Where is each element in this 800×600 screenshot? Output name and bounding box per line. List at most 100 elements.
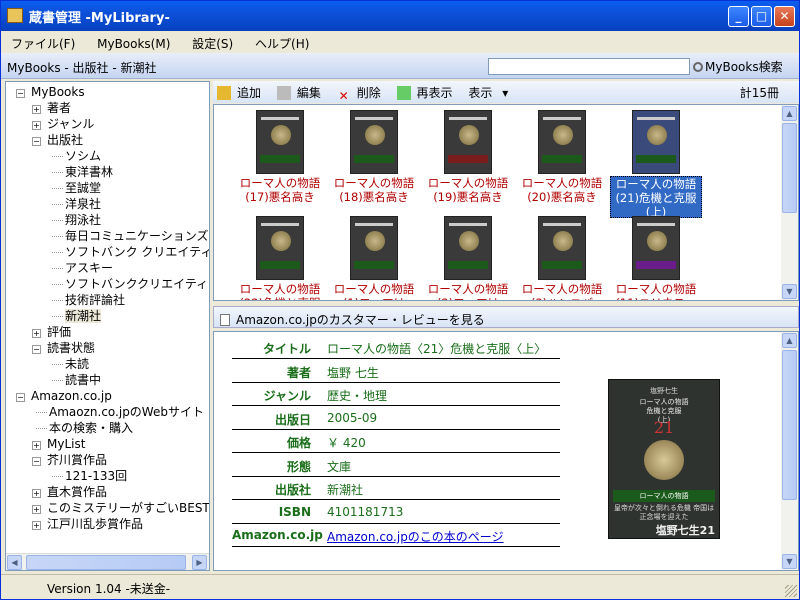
expand-icon[interactable]: +	[32, 121, 41, 130]
book-cover-thumbnail[interactable]	[256, 216, 304, 280]
close-button[interactable]: ✕	[774, 6, 795, 27]
book-cover-thumbnail[interactable]	[632, 216, 680, 280]
book-title-label[interactable]: ローマ人の物語(21)危機と克服(上)	[610, 176, 702, 218]
book-title-label[interactable]: ローマ人の物語(1)ローマは	[328, 282, 420, 300]
tree-node[interactable]: 技術評論社	[52, 292, 125, 308]
tree-node[interactable]: − Amazon.co.jp	[16, 388, 112, 404]
tree-node[interactable]: 至誠堂	[52, 180, 101, 196]
scroll-left-button[interactable]: ◀	[7, 555, 22, 570]
tree-connector	[52, 252, 63, 253]
tree-node[interactable]: 121-133回	[52, 468, 127, 484]
search-input[interactable]	[488, 58, 690, 75]
book-title-label[interactable]: ローマ人の物語(3)ハンニバ	[516, 282, 608, 300]
tree-node[interactable]: ソフトバンククリエイティブ	[52, 276, 209, 292]
collapse-icon[interactable]: −	[32, 345, 41, 354]
tree-node[interactable]: ソシム	[52, 148, 101, 164]
collapse-icon[interactable]: −	[32, 457, 41, 466]
scroll-up-button[interactable]: ▲	[782, 106, 797, 121]
tree-node[interactable]: − 出版社	[32, 132, 83, 148]
add-button[interactable]: 追加	[217, 86, 267, 100]
review-link[interactable]: Amazon.co.jpのカスタマー・レビューを見る	[236, 313, 485, 327]
tree-node[interactable]: + 江戸川乱歩賞作品	[32, 516, 143, 532]
book-title-label[interactable]: ローマ人の物語(11)ユリウス・カエ	[610, 282, 702, 300]
refresh-button[interactable]: 再表示	[396, 86, 459, 100]
book-cover-thumbnail[interactable]	[538, 216, 586, 280]
tree-node[interactable]: 洋泉社	[52, 196, 101, 212]
tree-node[interactable]: + 著者	[32, 100, 71, 116]
cover-hd	[637, 223, 675, 226]
book-cover-thumbnail[interactable]	[444, 216, 492, 280]
book-title-label[interactable]: ローマ人の物語(22)危機と克服	[234, 282, 326, 300]
book-cover-thumbnail[interactable]	[632, 110, 680, 174]
expand-icon[interactable]: +	[32, 441, 41, 450]
book-title-label[interactable]: ローマ人の物語(2)ローマは	[422, 282, 514, 300]
coin-illustration	[365, 231, 385, 251]
tree-node[interactable]: − 芥川賞作品	[32, 452, 107, 468]
tree-connector	[52, 380, 63, 381]
detail-vertical-scrollbar[interactable]: ▲ ▼	[781, 332, 798, 570]
tree-node[interactable]: 毎日コミュニケーションズ	[52, 228, 209, 244]
tree-node[interactable]: + MyList	[32, 436, 85, 452]
tree-node[interactable]: + ジャンル	[32, 116, 94, 132]
review-link-bar[interactable]: Amazon.co.jpのカスタマー・レビューを見る	[213, 306, 799, 328]
menu-settings[interactable]: 設定(S)	[192, 37, 233, 51]
menu-mybooks[interactable]: MyBooks(M)	[97, 37, 170, 51]
scroll-thumb[interactable]	[782, 350, 797, 500]
coin-illustration	[459, 125, 479, 145]
tree-node[interactable]: 新潮社	[52, 308, 102, 324]
tree-node[interactable]: Amaozn.co.jpのWebサイト	[36, 404, 204, 420]
menu-file[interactable]: ファイル(F)	[11, 37, 75, 51]
expand-icon[interactable]: +	[32, 105, 41, 114]
minimize-button[interactable]: _	[728, 6, 749, 27]
book-title-label[interactable]: ローマ人の物語(17)悪名高き皇...	[234, 176, 326, 204]
tree-node[interactable]: 読書中	[52, 372, 101, 388]
detail-row: Amazon.co.jp Amazon.co.jpのこの本のページ	[232, 524, 560, 547]
scroll-up-button[interactable]: ▲	[782, 333, 797, 348]
scroll-right-button[interactable]: ▶	[192, 555, 207, 570]
expand-icon[interactable]: +	[32, 521, 41, 530]
tree-node[interactable]: − MyBooks	[16, 84, 85, 100]
scroll-down-button[interactable]: ▼	[782, 554, 797, 569]
menu-help[interactable]: ヘルプ(H)	[255, 37, 309, 51]
tree-node[interactable]: アスキー	[52, 260, 113, 276]
tree-node[interactable]: 本の検索・購入	[36, 420, 133, 436]
amazon-page-link[interactable]: Amazon.co.jpのこの本のページ	[327, 528, 504, 545]
tree-node[interactable]: + 直木賞作品	[32, 484, 107, 500]
gallery-vertical-scrollbar[interactable]: ▲ ▼	[781, 105, 798, 300]
tree-node[interactable]: 東洋書林	[52, 164, 113, 180]
edit-button[interactable]: 編集	[276, 86, 327, 100]
tree-node[interactable]: 未読	[52, 356, 89, 372]
cover-band	[636, 155, 676, 163]
expand-icon[interactable]: +	[32, 489, 41, 498]
book-title-label[interactable]: ローマ人の物語(20)悪名高き皇...	[516, 176, 608, 204]
resize-grip[interactable]	[785, 585, 797, 597]
delete-button[interactable]: ✕ 削除	[337, 86, 387, 103]
collapse-icon[interactable]: −	[16, 393, 25, 402]
maximize-button[interactable]: □	[751, 6, 772, 27]
detail-row: 出版日 2005-09	[232, 407, 560, 430]
expand-icon[interactable]: +	[32, 329, 41, 338]
tree-node[interactable]: + 評価	[32, 324, 71, 340]
book-cover-thumbnail[interactable]	[350, 110, 398, 174]
scroll-down-button[interactable]: ▼	[782, 284, 797, 299]
search-button[interactable]: MyBooks検索	[693, 58, 783, 75]
tree-node[interactable]: 翔泳社	[52, 212, 101, 228]
tree-node[interactable]: ソフトバンク クリエイティブ	[52, 244, 209, 260]
view-menu-button[interactable]: 表示 ▾	[468, 86, 514, 100]
book-cover-thumbnail[interactable]	[538, 110, 586, 174]
collapse-icon[interactable]: −	[16, 89, 25, 98]
book-cover-thumbnail[interactable]	[350, 216, 398, 280]
tree-horizontal-scrollbar[interactable]: ◀ ▶	[6, 553, 209, 570]
collapse-icon[interactable]: −	[32, 137, 41, 146]
tree-node[interactable]: + このミステリーがすごいBEST10	[32, 500, 209, 516]
scroll-thumb[interactable]	[26, 555, 186, 570]
book-title-label[interactable]: ローマ人の物語(18)悪名高き皇...	[328, 176, 420, 204]
scroll-thumb[interactable]	[782, 123, 797, 213]
expand-icon[interactable]: +	[32, 505, 41, 514]
book-cover-thumbnail[interactable]	[444, 110, 492, 174]
title-bar[interactable]: 蔵書管理 -MyLibrary- _ □ ✕	[1, 1, 799, 31]
detail-label: ISBN	[278, 504, 311, 519]
book-title-label[interactable]: ローマ人の物語(19)悪名高き皇...	[422, 176, 514, 204]
tree-node[interactable]: − 読書状態	[32, 340, 95, 356]
book-cover-thumbnail[interactable]	[256, 110, 304, 174]
